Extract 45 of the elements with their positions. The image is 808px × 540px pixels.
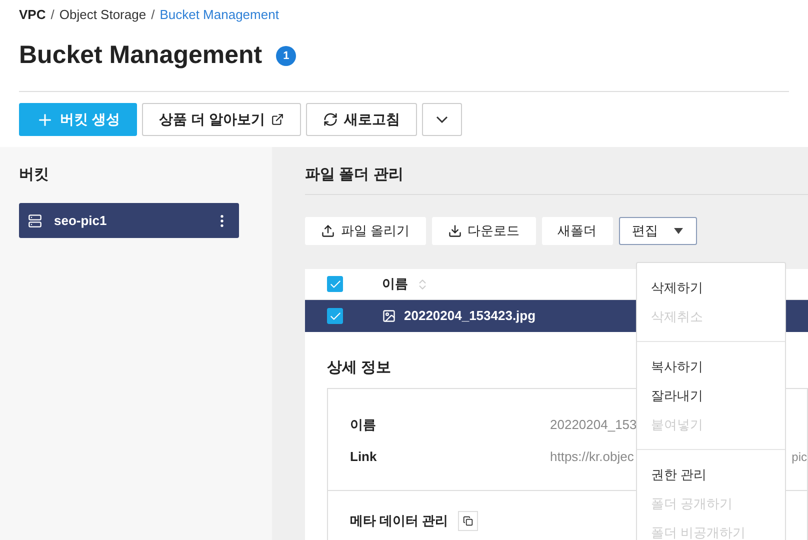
checkbox[interactable] [327, 308, 343, 324]
chevron-down-icon [436, 116, 448, 123]
toolbar-button[interactable]: 파일 올리기 [305, 217, 426, 245]
refresh-icon [322, 112, 338, 127]
sidebar-heading: 버킷 [19, 165, 50, 184]
action-button[interactable]: 새로고침 [306, 103, 417, 136]
meta-data-label: 메타 데이터 관리 [350, 512, 448, 530]
caret-icon [674, 228, 684, 234]
file-name: 20220204_153423.jpg [404, 307, 536, 326]
breadcrumb-link[interactable]: VPC [19, 5, 46, 25]
menu-item[interactable]: 잘라내기 [637, 381, 785, 410]
breadcrumb-separator: / [151, 6, 155, 24]
field-label: Link [350, 448, 378, 466]
checkbox[interactable] [327, 276, 343, 292]
copy-button[interactable] [458, 510, 478, 530]
field-value: https://kr.objec [550, 448, 634, 466]
bucket-name: seo-pic1 [54, 212, 108, 230]
panel-heading: 파일 폴더 관리 [305, 165, 404, 184]
server-icon [28, 214, 42, 228]
check-icon [328, 278, 342, 290]
image-icon [382, 309, 396, 323]
count-badge: 1 [276, 46, 296, 66]
upload-icon [321, 224, 335, 238]
breadcrumb-link[interactable]: Bucket Management [160, 5, 279, 25]
check-icon [328, 310, 342, 322]
field-label: 이름 [350, 416, 377, 434]
menu-item[interactable]: 권한 관리 [637, 460, 785, 489]
toolbar-button[interactable]: 다운로드 [432, 217, 536, 245]
bucket-item[interactable]: seo-pic1 [19, 203, 239, 238]
field-value: 20220204_153 [550, 416, 637, 434]
menu-item[interactable]: 복사하기 [637, 352, 785, 381]
copy-icon [463, 516, 474, 526]
download-icon [448, 224, 462, 238]
toolbar-button[interactable]: 편집 [618, 217, 697, 245]
action-button[interactable]: 상품 더 알아보기 [142, 103, 301, 136]
toolbar-button[interactable]: 새폴더 [542, 217, 613, 245]
page-title: Bucket Management [19, 40, 262, 72]
menu-item[interactable]: 삭제하기 [637, 273, 785, 302]
breadcrumb-link[interactable]: Object Storage [59, 5, 146, 25]
more-button[interactable] [422, 103, 462, 136]
breadcrumb-separator: / [50, 6, 54, 24]
field-value: pic [792, 449, 807, 466]
column-header[interactable]: 이름 [382, 274, 408, 294]
external-link-icon [270, 113, 284, 126]
details-heading: 상세 정보 [327, 358, 392, 377]
